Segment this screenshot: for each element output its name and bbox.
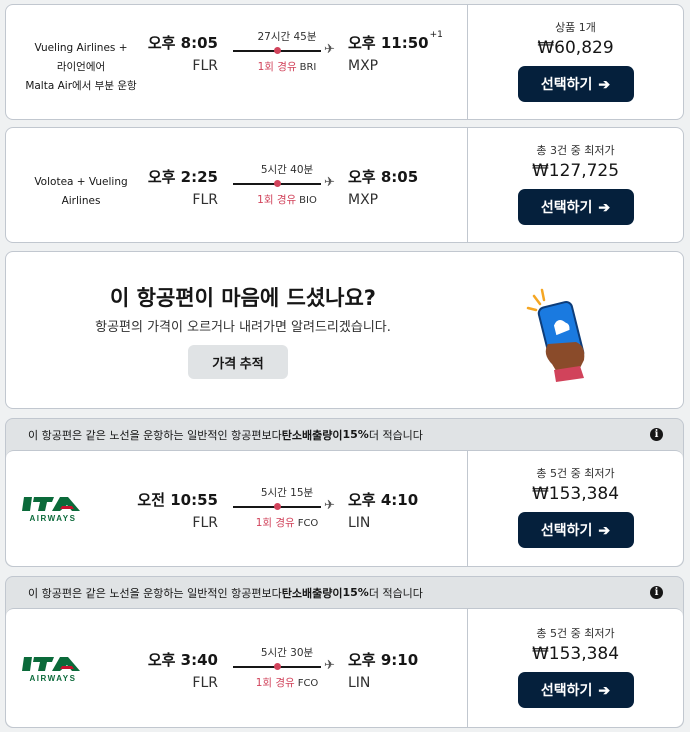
day-offset: +1: [429, 30, 443, 40]
price: ₩127,725: [531, 161, 620, 181]
stop-airport: FCO: [297, 518, 319, 529]
route-line: ✈: [233, 498, 341, 513]
departure-time: 오후 3:40: [147, 651, 218, 669]
departure-time: 오후 2:25: [147, 168, 218, 186]
plane-icon: ✈: [324, 42, 335, 57]
stops-count: 1회 경유: [257, 194, 297, 206]
arrival-time: 오후 4:10: [348, 491, 419, 509]
flight-card-3[interactable]: 이 항공편은 같은 노선을 운항하는 일반적인 항공편보다 탄소배출량이 15%…: [5, 418, 684, 567]
departure-airport: FLR: [192, 58, 218, 74]
arrow-right-icon: ➔: [598, 198, 611, 215]
arrival-time: 오후 9:10: [348, 651, 419, 669]
price: ₩153,384: [531, 484, 620, 504]
price-alert-promo: 이 항공편이 마음에 드셨나요? 항공편의 가격이 오르거나 내려가면 알려드리…: [5, 251, 684, 409]
stop-dot: [274, 503, 281, 510]
route-info: 5시간 30분 ✈ 1회 경유 FCO: [233, 645, 341, 690]
route-info: 5시간 15분 ✈ 1회 경유 FCO: [233, 485, 341, 530]
airline-name: Vueling Airlines + 라이언에어 Malta Air에서 부분 …: [25, 42, 137, 92]
departure-airport: FLR: [192, 515, 218, 531]
price-section: 총 3건 중 최저가 ₩127,725 선택하기 ➔: [467, 128, 683, 242]
price-track-button[interactable]: 가격 추적: [188, 345, 288, 379]
airline-name: Volotea + Vueling Airlines: [34, 176, 128, 207]
ita-airways-logo: AIRWAYS: [22, 495, 84, 529]
select-button[interactable]: 선택하기 ➔: [517, 672, 634, 708]
arrival: 오후 8:05 MXP: [348, 166, 418, 208]
departure-time: 오후 8:05: [147, 34, 218, 52]
info-icon[interactable]: i: [650, 586, 663, 599]
price-label: 총 3건 중 최저가: [536, 144, 615, 157]
departure-airport: FLR: [192, 192, 218, 208]
departure: 오후 3:40 FLR: [136, 649, 218, 691]
price: ₩60,829: [537, 38, 614, 58]
eco-notice: 이 항공편은 같은 노선을 운항하는 일반적인 항공편보다 탄소배출량이 15%…: [6, 419, 683, 450]
arrival: 오후 4:10 LIN: [348, 489, 418, 531]
plane-icon: ✈: [324, 658, 335, 673]
arrow-right-icon: ➔: [598, 75, 611, 92]
stops-count: 1회 경유: [257, 61, 297, 73]
info-icon[interactable]: i: [650, 428, 663, 441]
ita-airways-logo: AIRWAYS: [22, 655, 84, 689]
departure: 오후 8:05 FLR: [146, 32, 218, 74]
arrival: 오후 9:10 LIN: [348, 649, 418, 691]
stop-dot: [274, 47, 281, 54]
arrival-time: 오후 11:50: [348, 34, 429, 52]
arrow-right-icon: ➔: [598, 521, 611, 538]
stops-count: 1회 경유: [255, 517, 295, 529]
flight-card-1[interactable]: Vueling Airlines + 라이언에어 Malta Air에서 부분 …: [5, 4, 684, 120]
stop-dot: [274, 180, 281, 187]
flight-details: AIRWAYS 오후 3:40 FLR 5시간 30분 ✈ 1회 경유 FCO 오…: [6, 609, 467, 727]
stop-airport: FCO: [297, 678, 319, 689]
flight-card-4[interactable]: 이 항공편은 같은 노선을 운항하는 일반적인 항공편보다 탄소배출량이 15%…: [5, 576, 684, 728]
route-line: ✈: [233, 658, 341, 673]
arrival-time: 오후 8:05: [348, 168, 419, 186]
route-line: ✈: [233, 175, 341, 190]
price-label: 총 5건 중 최저가: [536, 627, 615, 640]
promo-title: 이 항공편이 마음에 드셨나요?: [110, 286, 376, 310]
arrow-right-icon: ➔: [598, 681, 611, 698]
price-label: 상품 1개: [555, 21, 596, 34]
departure-time: 오전 10:55: [137, 491, 218, 509]
stop-airport: BIO: [299, 195, 317, 206]
route-line: ✈: [233, 42, 341, 57]
stop-airport: BRI: [299, 62, 317, 73]
select-button[interactable]: 선택하기 ➔: [517, 189, 634, 225]
price-section: 상품 1개 ₩60,829 선택하기 ➔: [467, 5, 683, 119]
flight-details: Volotea + Vueling Airlines 오후 2:25 FLR 5…: [6, 128, 467, 242]
hand-holding-phone-illustration: [526, 274, 596, 384]
departure-airport: FLR: [192, 675, 218, 691]
plane-icon: ✈: [324, 175, 335, 190]
arrival-airport: MXP: [348, 192, 379, 208]
price: ₩153,384: [531, 644, 620, 664]
arrival: 오후 11:50+1 MXP: [348, 30, 443, 74]
select-button[interactable]: 선택하기 ➔: [517, 66, 634, 102]
arrival-airport: LIN: [348, 515, 371, 531]
arrival-airport: MXP: [348, 58, 379, 74]
arrival-airport: LIN: [348, 675, 371, 691]
route-info: 5시간 40분 ✈ 1회 경유 BIO: [233, 162, 341, 207]
price-section: 총 5건 중 최저가 ₩153,384 선택하기 ➔: [467, 609, 683, 727]
departure: 오후 2:25 FLR: [146, 166, 218, 208]
eco-notice: 이 항공편은 같은 노선을 운항하는 일반적인 항공편보다 탄소배출량이 15%…: [6, 577, 683, 608]
price-section: 총 5건 중 최저가 ₩153,384 선택하기 ➔: [467, 451, 683, 566]
stop-dot: [274, 663, 281, 670]
plane-icon: ✈: [324, 498, 335, 513]
flight-details: AIRWAYS 오전 10:55 FLR 5시간 15분 ✈ 1회 경유 FCO …: [6, 451, 467, 566]
promo-subtitle: 항공편의 가격이 오르거나 내려가면 알려드리겠습니다.: [95, 320, 391, 335]
flight-card-2[interactable]: Volotea + Vueling Airlines 오후 2:25 FLR 5…: [5, 127, 684, 243]
route-info: 27시간 45분 ✈ 1회 경유 BRI: [233, 29, 341, 74]
departure: 오전 10:55 FLR: [136, 489, 218, 531]
select-button[interactable]: 선택하기 ➔: [517, 512, 634, 548]
flight-details: Vueling Airlines + 라이언에어 Malta Air에서 부분 …: [6, 5, 467, 119]
price-label: 총 5건 중 최저가: [536, 467, 615, 480]
stops-count: 1회 경유: [255, 677, 295, 689]
